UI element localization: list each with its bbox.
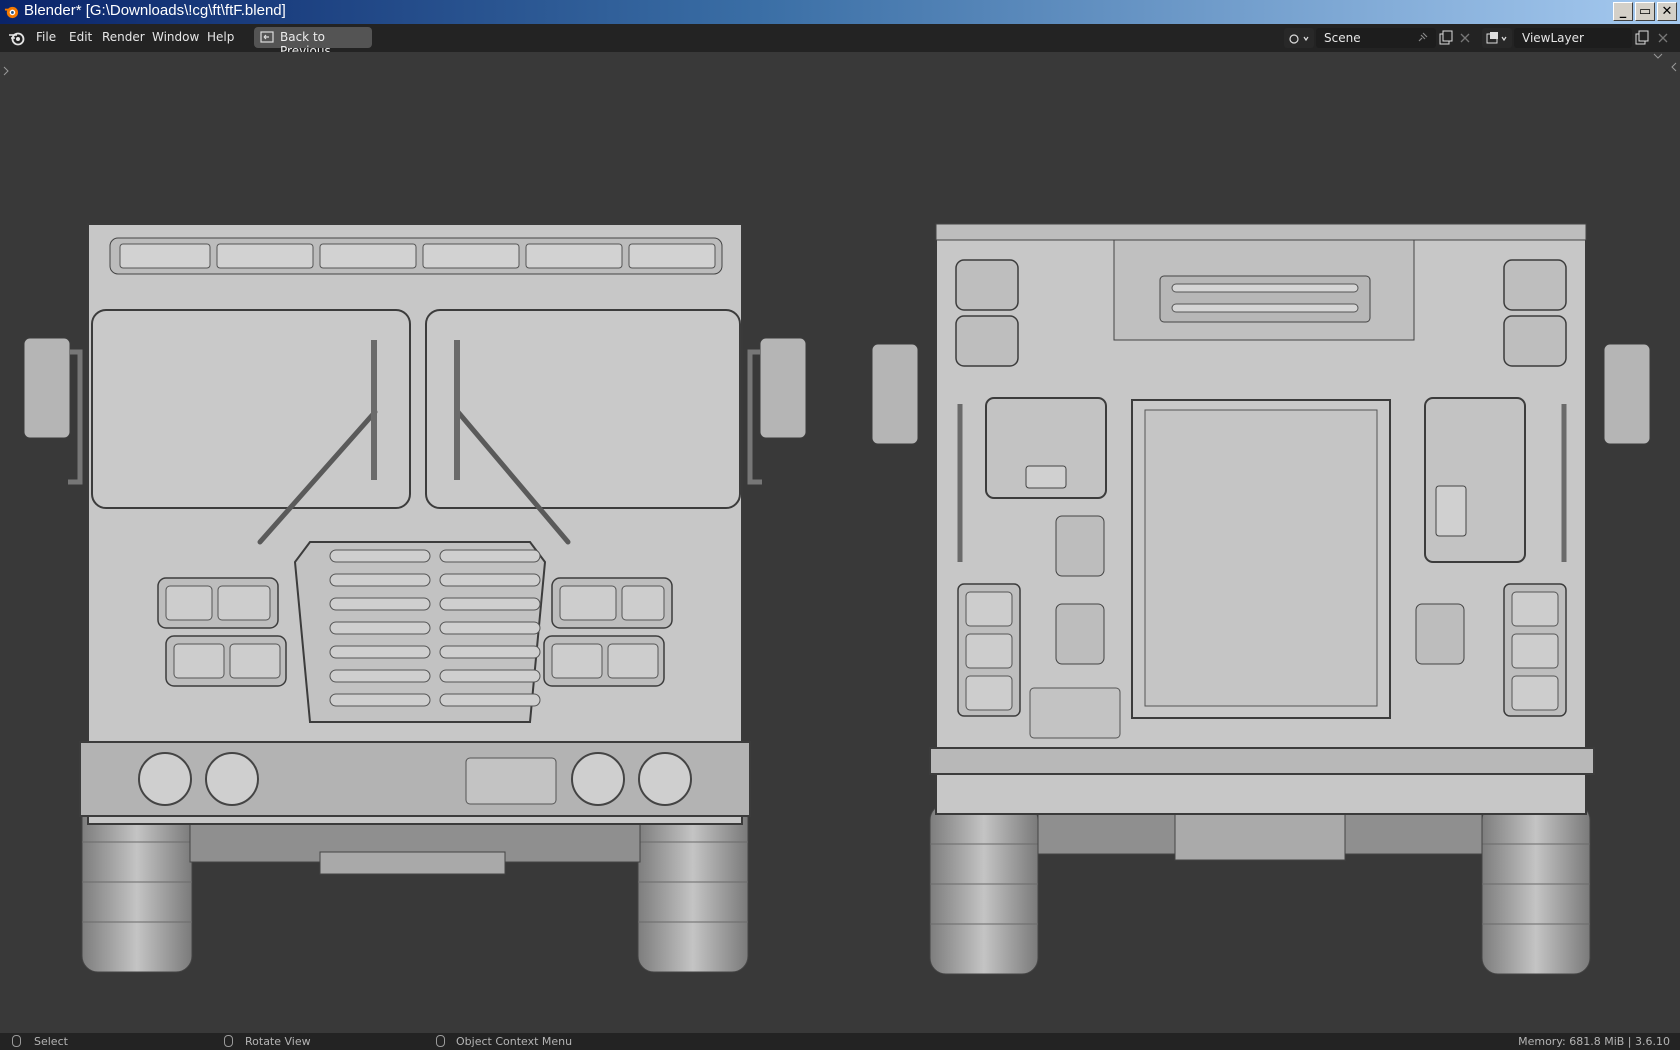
new-scene-icon[interactable] [1438,30,1454,46]
back-to-previous-button[interactable]: Back to Previous [254,27,372,58]
status-select: Select [34,1035,68,1048]
menu-help[interactable]: Help [207,30,234,44]
viewlayer-name-field[interactable]: ViewLayer [1514,28,1632,48]
delete-scene-icon[interactable] [1459,32,1471,44]
mirror-right [759,337,807,439]
mouse-middle-icon [224,1035,233,1047]
maximize-button[interactable]: ▭ [1635,2,1655,21]
window-titlebar[interactable]: Blender* [G:\Downloads\!cg\ft\ftF.blend]… [0,0,1680,24]
menu-file[interactable]: File [36,30,56,44]
screen-back-icon [260,31,274,43]
front-left-wheel [81,801,193,973]
menu-edit[interactable]: Edit [69,30,92,44]
right-compartment [1424,397,1526,563]
blender-logo-icon [4,6,19,19]
close-button[interactable]: ✕ [1657,2,1677,21]
rear-mirror-left [871,343,919,445]
scene-browse-button[interactable] [1284,28,1314,48]
viewlayer-browse-button[interactable] [1482,28,1512,48]
status-context-menu: Object Context Menu [456,1035,573,1048]
new-viewlayer-icon[interactable] [1634,30,1650,46]
scene-name: Scene [1324,31,1361,45]
rear-mirror-right [1603,343,1651,445]
status-rotate-view: Rotate View [245,1035,311,1048]
rear-right-wheel [1481,803,1591,975]
toolbar-expand-arrow-icon[interactable] [2,66,10,76]
rear-left-wheel [929,803,1039,975]
header-collapse-arrow-icon[interactable] [1652,52,1664,60]
mirror-left [23,337,71,439]
rear-bumper [929,747,1595,775]
menu-render[interactable]: Render [102,30,145,44]
menu-window[interactable]: Window [152,30,199,44]
3d-viewport[interactable] [0,52,1680,1033]
viewlayer-name: ViewLayer [1522,31,1584,45]
blender-menu-icon[interactable] [8,30,26,46]
top-menubar: File Edit Render Window Help Back to Pre… [0,24,1680,58]
front-right-wheel [637,801,749,973]
mouse-right-icon [436,1035,445,1047]
windshield-left [91,309,411,509]
status-memory: Memory: 681.8 MiB | 3.6.10 [1518,1035,1670,1048]
windshield-right [425,309,741,509]
minimize-button[interactable]: _ [1613,2,1633,21]
truck-rear-view [871,223,1651,975]
truck-front-view [23,223,807,973]
window-title: Blender* [G:\Downloads\!cg\ft\ftF.blend] [24,2,286,19]
sidebar-expand-arrow-icon[interactable] [1670,62,1678,72]
scene-name-field[interactable]: Scene [1316,28,1436,48]
scene-icon [1289,34,1309,44]
delete-viewlayer-icon[interactable] [1657,32,1669,44]
render-layers-icon [1486,32,1507,44]
mouse-left-icon [12,1035,21,1047]
pin-icon[interactable] [1416,32,1428,44]
status-bar: Select Rotate View Object Context Menu M… [0,1033,1680,1050]
